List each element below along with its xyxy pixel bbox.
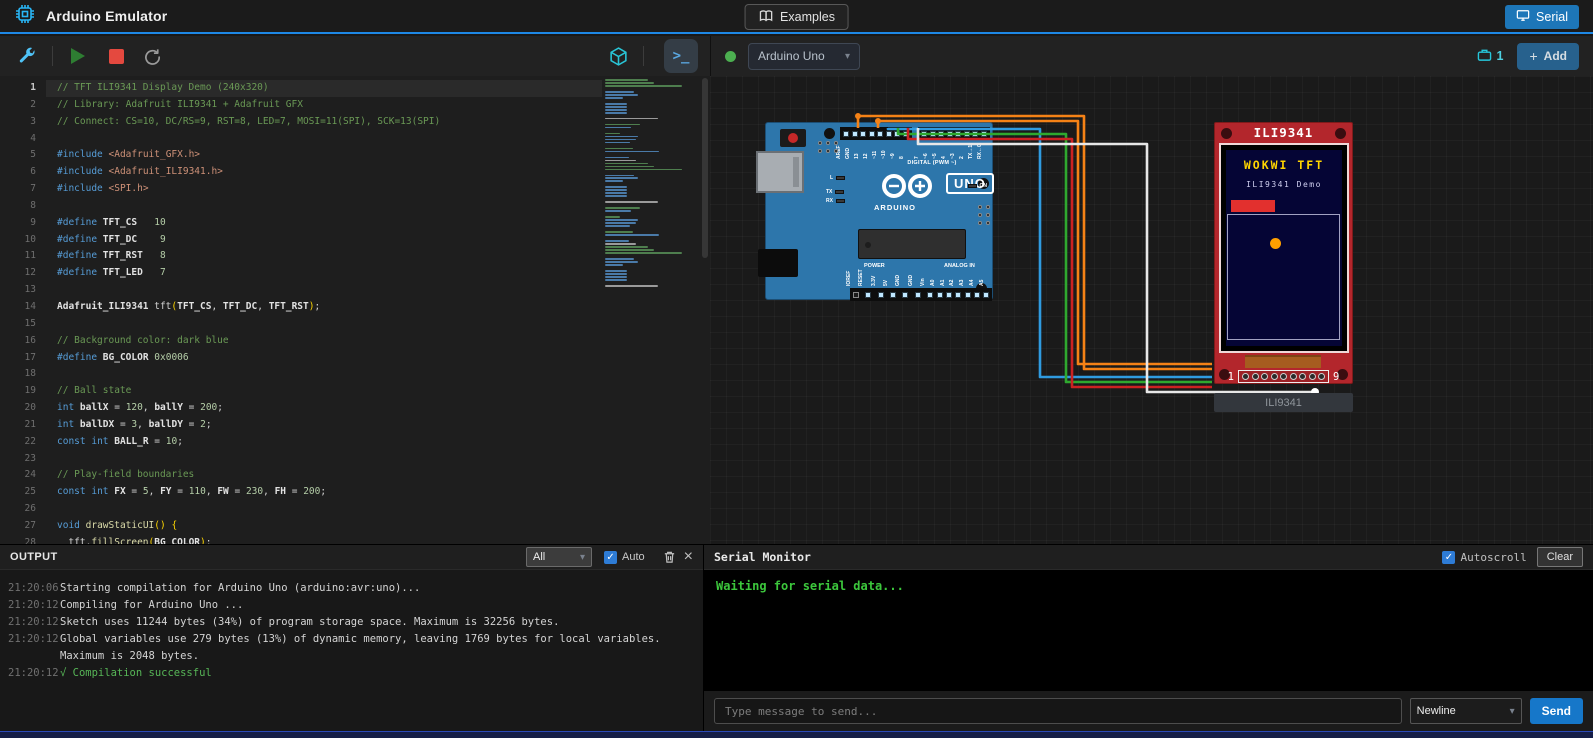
chevron-down-icon: ▾ (845, 51, 850, 62)
screen-subtitle: ILI9341 Demo (1226, 180, 1342, 189)
serial-label: Serial (1536, 10, 1568, 24)
part-caption: ILI9341 (1214, 393, 1353, 412)
serial-monitor-panel: Serial Monitor ✓ Autoscroll Clear Waitin… (703, 544, 1593, 731)
wire-cs (888, 128, 1212, 377)
screen-red-bar (1231, 200, 1275, 212)
chevron-down-icon: ▾ (580, 552, 585, 563)
status-strip (0, 731, 1593, 738)
app-title: Arduino Emulator (46, 8, 167, 24)
clear-serial-button[interactable]: Clear (1537, 547, 1583, 567)
output-panel: OUTPUT All ▾ ✓ Auto × 21:20:06Starting c… (0, 544, 703, 731)
close-output-button[interactable]: × (684, 548, 693, 566)
code-editor[interactable]: 1234567891011121314151617181920212223242… (0, 76, 710, 544)
check-icon: ✓ (606, 552, 614, 563)
tft-pin-row[interactable]: 1 9 (1223, 370, 1344, 383)
auto-label: Auto (622, 551, 645, 563)
send-label: Send (1542, 704, 1571, 718)
monitor-icon (1516, 9, 1530, 25)
setup-wrench-button[interactable] (12, 41, 42, 71)
minimap[interactable] (605, 79, 697, 288)
screen-playfield (1227, 214, 1340, 340)
autoscroll-checkbox[interactable]: ✓ (1442, 551, 1455, 564)
add-part-button[interactable]: + Add (1517, 43, 1579, 70)
title-bar: Arduino Emulator Examples Serial (0, 0, 1593, 34)
serial-message: Waiting for serial data... (716, 579, 904, 593)
output-filter-value: All (533, 551, 545, 563)
restart-button[interactable] (137, 41, 167, 71)
terminal-button[interactable]: >_ (664, 39, 698, 73)
autoscroll-label: Autoscroll (1460, 551, 1526, 564)
wire-dc (898, 128, 1212, 382)
editor-scrollbar[interactable] (700, 76, 710, 544)
wire-rst (908, 128, 1212, 387)
sim-toolbar: Arduino Uno ▾ 1 + Add (710, 36, 1593, 76)
sim-status-dot (725, 51, 736, 62)
plus-icon: + (1529, 48, 1537, 64)
serial-monitor-title: Serial Monitor (714, 550, 811, 564)
code-lines[interactable]: // TFT ILI9341 Display Demo (240x320)// … (57, 80, 600, 544)
line-ending-value: Newline (1417, 705, 1456, 717)
auto-checkbox[interactable]: ✓ (604, 551, 617, 564)
board-select-value: Arduino Uno (758, 49, 825, 63)
examples-label: Examples (780, 10, 835, 24)
clear-output-trash-button[interactable] (663, 550, 676, 564)
screen-title: WOKWI TFT (1226, 158, 1342, 172)
output-filter-select[interactable]: All ▾ (526, 547, 592, 567)
output-log: 21:20:06Starting compilation for Arduino… (0, 570, 703, 682)
flex-connector (1245, 355, 1321, 368)
app-window: Arduino Emulator Examples Serial (0, 0, 1593, 738)
gutter: 1234567891011121314151617181920212223242… (0, 80, 44, 544)
ili9341-tft-board[interactable]: ILI9341 WOKWI TFT ILI9341 Demo 1 9 (1214, 122, 1353, 384)
parts-count: 1 (1477, 48, 1504, 65)
clear-label: Clear (1547, 551, 1573, 563)
wire-mosi (878, 121, 1212, 364)
parts-count-value: 1 (1497, 49, 1504, 63)
line-ending-select[interactable]: Newline ▾ (1410, 698, 1522, 724)
tft-screen: WOKWI TFT ILI9341 Demo (1226, 150, 1342, 346)
toolbar-separator (643, 46, 644, 66)
serial-output: Waiting for serial data... (704, 570, 1593, 691)
close-icon: × (684, 548, 693, 566)
screen-ball (1270, 238, 1281, 249)
send-button[interactable]: Send (1530, 698, 1583, 724)
serial-message-input[interactable] (714, 698, 1402, 724)
tft-screen-bezel: WOKWI TFT ILI9341 Demo (1219, 143, 1349, 353)
output-title: OUTPUT (10, 551, 58, 563)
wires (710, 76, 1593, 543)
stop-button[interactable] (101, 41, 131, 71)
serial-header: Serial Monitor ✓ Autoscroll Clear (704, 545, 1593, 570)
pin-number-last: 9 (1333, 371, 1339, 383)
circuit-canvas[interactable]: AREFGND1312~11~10~987~6~54~32TX→1RX←0 DI… (710, 76, 1593, 544)
tft-title: ILI9341 (1215, 125, 1352, 140)
chevron-down-icon: ▾ (1510, 706, 1515, 717)
check-icon: ✓ (1445, 552, 1453, 563)
output-header: OUTPUT All ▾ ✓ Auto × (0, 545, 703, 570)
serial-toggle-button[interactable]: Serial (1505, 5, 1579, 29)
terminal-icon: >_ (673, 48, 690, 64)
tft-pin-holes (1238, 370, 1329, 383)
editor-toolbar: >_ (0, 36, 710, 76)
examples-button[interactable]: Examples (744, 4, 849, 30)
scrollbar-thumb[interactable] (702, 78, 708, 258)
pin-number-first: 1 (1228, 371, 1234, 383)
chip-icon (14, 3, 36, 30)
toolbar-separator (52, 46, 53, 66)
book-icon (758, 9, 773, 26)
serial-input-row: Newline ▾ Send (704, 691, 1593, 731)
add-label: Add (1544, 49, 1567, 63)
briefcase-icon (1477, 48, 1492, 65)
wire-sck (858, 116, 1212, 369)
run-button[interactable] (63, 41, 93, 71)
board-select[interactable]: Arduino Uno ▾ (748, 43, 860, 70)
view-3d-cube-button[interactable] (603, 41, 633, 71)
